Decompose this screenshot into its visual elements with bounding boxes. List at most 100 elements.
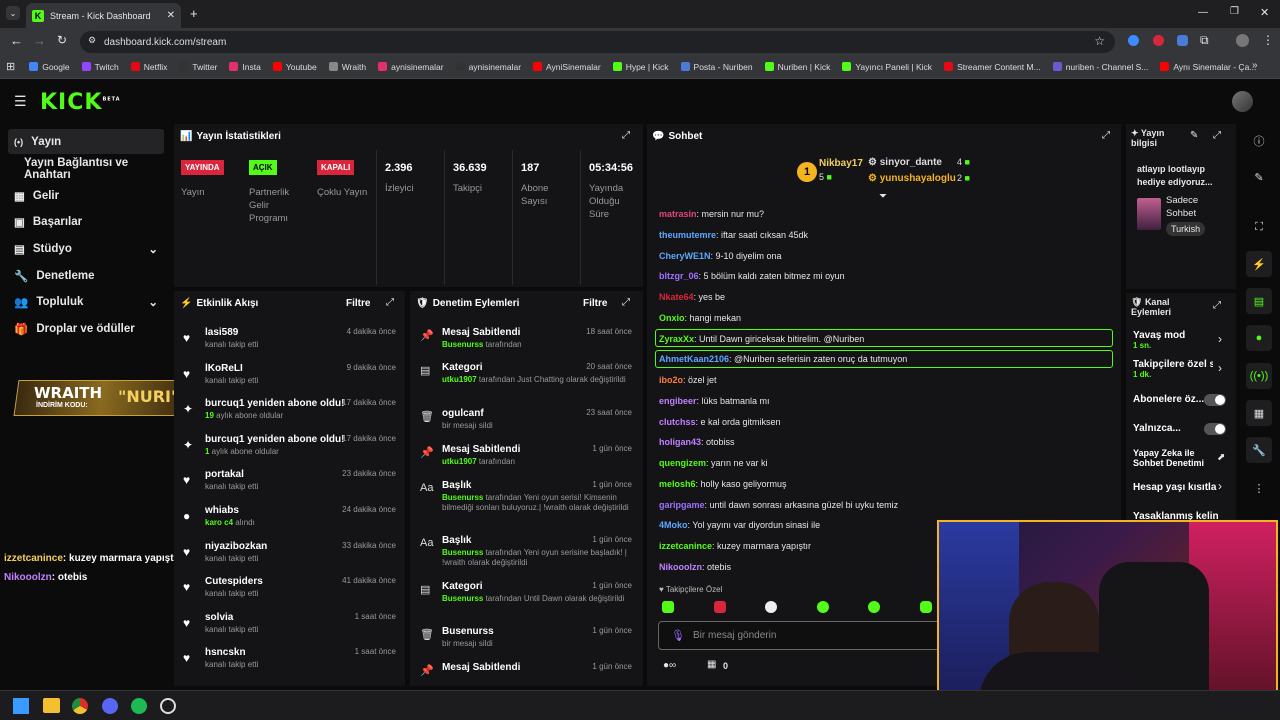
- bookmark-star-icon[interactable]: ☆: [1094, 34, 1105, 48]
- bookmark-item[interactable]: Nuriben | Kick: [764, 62, 830, 72]
- emote-icon[interactable]: [868, 601, 881, 613]
- chat-message: ZyraxXx: Until Dawn giriceksak bitirelim…: [659, 334, 864, 344]
- chat-username[interactable]: theumutemre: [659, 230, 716, 240]
- more-bookmarks-icon[interactable]: »: [1252, 60, 1258, 71]
- chat-username[interactable]: ZyraxXx: [659, 334, 694, 344]
- leader-name[interactable]: ⚙ yunushayaloglu: [868, 173, 956, 184]
- emotes-only-toggle[interactable]: [1204, 423, 1226, 435]
- chat-username[interactable]: garipgame: [659, 500, 705, 510]
- external-link-icon[interactable]: ⬈: [1217, 452, 1225, 463]
- bookmark-item[interactable]: Yayıncı Paneli | Kick: [842, 62, 932, 72]
- moderation-item[interactable]: 🗑 Busenurss bir mesajı sildi 1 gün önce: [420, 626, 632, 649]
- emote-icon[interactable]: [662, 601, 674, 613]
- moderation-item[interactable]: ▤ Kategori Busenurss tarafından Until Dawn…: [420, 581, 632, 604]
- chat-bubble-icon[interactable]: ●: [1246, 325, 1272, 351]
- chat-username[interactable]: Nikooolzn: [659, 562, 702, 572]
- bookmark-item[interactable]: Posta - Nuriben: [680, 62, 753, 72]
- moderation-item[interactable]: ▤ Kategori utku1907 tarafından Just Chatti…: [420, 362, 632, 385]
- extension-icon[interactable]: [1128, 35, 1139, 46]
- bookmark-item[interactable]: Streamer Content M...: [944, 62, 1041, 72]
- more-icon[interactable]: ⋮: [1246, 475, 1272, 501]
- ai-moderation-action[interactable]: Yapay Zeka ile Sohbet Denetimi: [1133, 448, 1213, 468]
- chat-username[interactable]: 4Moko: [659, 520, 688, 530]
- store-icon[interactable]: ▦: [1246, 400, 1272, 426]
- emote-icon[interactable]: [765, 601, 778, 613]
- info-icon[interactable]: ⓘ: [1246, 128, 1272, 154]
- community-points-icon[interactable]: ●∞: [663, 660, 676, 671]
- chat-text: : e kal orda gitmiksen: [695, 416, 781, 427]
- window-close-icon[interactable]: ✕: [1260, 6, 1269, 19]
- expand-icon[interactable]: ⤢: [1102, 130, 1110, 141]
- file-explorer-icon[interactable]: [43, 698, 60, 713]
- wrench-icon[interactable]: 🔧: [1246, 437, 1272, 463]
- account-age-action[interactable]: Hesap yaşı kısıtla: [1133, 482, 1216, 493]
- chrome-icon[interactable]: [72, 698, 88, 714]
- windows-start-icon[interactable]: [13, 698, 29, 714]
- leader-count: 2 ■: [957, 173, 970, 183]
- chat-username[interactable]: quengizem: [659, 458, 706, 468]
- discord-icon[interactable]: [102, 698, 118, 714]
- slow-mode-action[interactable]: Yavaş mod 1 sn.: [1133, 330, 1185, 350]
- chat-username[interactable]: Nkate64: [659, 292, 694, 302]
- broadcast-icon[interactable]: ((•)): [1246, 363, 1272, 389]
- shield-extension-icon[interactable]: [1177, 35, 1188, 46]
- profile-avatar-icon[interactable]: [1236, 34, 1249, 47]
- moderation-item[interactable]: 📌 Mesaj Sabitlendi utku1907 tarafından 1 gü…: [420, 444, 632, 467]
- category-name[interactable]: Sadece Sohbet: [1166, 194, 1226, 220]
- document-icon[interactable]: ▤: [1246, 288, 1272, 314]
- chat-text: : otebis: [702, 561, 732, 572]
- chevron-right-icon[interactable]: ›: [1218, 479, 1222, 493]
- chat-username[interactable]: ibo2o: [659, 375, 683, 385]
- edit-icon[interactable]: ✎: [1246, 164, 1272, 190]
- emote-icon[interactable]: [816, 601, 829, 613]
- moderation-item[interactable]: Aa Başlık Busenurss tarafından Yeni oyun s…: [420, 535, 632, 568]
- language-tag: Turkish: [1166, 222, 1206, 236]
- fullscreen-icon[interactable]: ⛶: [1246, 214, 1272, 240]
- edit-pencil-icon[interactable]: ✎: [1190, 130, 1198, 141]
- chat-username[interactable]: Onxio: [659, 313, 685, 323]
- expand-icon[interactable]: ⤢: [1213, 300, 1221, 311]
- expand-icon[interactable]: ⤢: [1213, 130, 1221, 141]
- extensions-puzzle-icon[interactable]: ⧉: [1200, 33, 1209, 48]
- chat-username[interactable]: AhmetKaan2106: [659, 354, 729, 364]
- bookmark-item[interactable]: Aynı Sinemalar - Ça...: [1160, 62, 1256, 72]
- chat-username[interactable]: izzetcanince: [659, 541, 712, 551]
- collapse-leaderboard-icon[interactable]: ⏷: [879, 191, 887, 202]
- browser-menu-icon[interactable]: ⋮: [1262, 33, 1274, 47]
- subscribers-only-toggle[interactable]: [1204, 394, 1226, 406]
- maximize-icon[interactable]: ❐: [1230, 6, 1239, 17]
- chat-username[interactable]: engibeer: [659, 396, 697, 406]
- extension-icon[interactable]: [1153, 35, 1164, 46]
- spotify-icon[interactable]: [131, 698, 147, 714]
- trash-icon: 🗑: [420, 629, 434, 641]
- moderation-item[interactable]: 🗑 ogulcanf bir mesajı sildi 23 saat önce: [420, 408, 632, 431]
- chevron-right-icon[interactable]: ›: [1218, 361, 1222, 375]
- chat-text: : yarın ne var ki: [706, 458, 768, 468]
- leader-count: 5 ■: [819, 172, 832, 182]
- leader-name[interactable]: ⚙ sinyor_dante: [868, 157, 942, 168]
- store-icon[interactable]: ▦: [707, 659, 716, 670]
- moderation-item[interactable]: Aa Başlık Busenurss tarafından Yeni oyun s…: [420, 480, 632, 513]
- microphone-icon[interactable]: 🎙: [671, 629, 685, 642]
- chat-text: : Until Dawn giriceksak bitirelim. @Nuri…: [694, 333, 865, 344]
- chat-username[interactable]: clutchss: [659, 417, 696, 427]
- user-avatar[interactable]: [1232, 91, 1253, 112]
- chat-text: : hangi mekan: [684, 312, 742, 323]
- emote-icon[interactable]: [919, 601, 932, 613]
- chat-username[interactable]: matrasin: [659, 209, 697, 219]
- obs-icon[interactable]: [160, 698, 176, 714]
- chat-username[interactable]: CheryWE1N: [659, 251, 711, 261]
- chat-username[interactable]: melosh6: [659, 479, 696, 489]
- emote-icon[interactable]: [713, 601, 726, 613]
- chat-username[interactable]: holigan43: [659, 437, 701, 447]
- minimize-icon[interactable]: —: [1198, 7, 1208, 18]
- top-gifter-badge: 1: [797, 162, 817, 182]
- lightning-icon[interactable]: ⚡: [1246, 251, 1272, 277]
- moderation-item[interactable]: 📌 Mesaj Sabitlendi Busenurss tarafından 18 …: [420, 327, 632, 350]
- bookmark-item[interactable]: nuriben - Channel S...: [1052, 62, 1148, 72]
- chat-username[interactable]: bltzgr_06: [659, 271, 699, 281]
- leader-name[interactable]: Nikbay17: [819, 158, 863, 169]
- moderation-item[interactable]: 📌 Mesaj Sabitlendi 1 gün önce: [420, 662, 632, 677]
- chevron-right-icon[interactable]: ›: [1218, 332, 1222, 346]
- followers-only-action[interactable]: Takipçilere özel s1 dk.: [1133, 359, 1213, 379]
